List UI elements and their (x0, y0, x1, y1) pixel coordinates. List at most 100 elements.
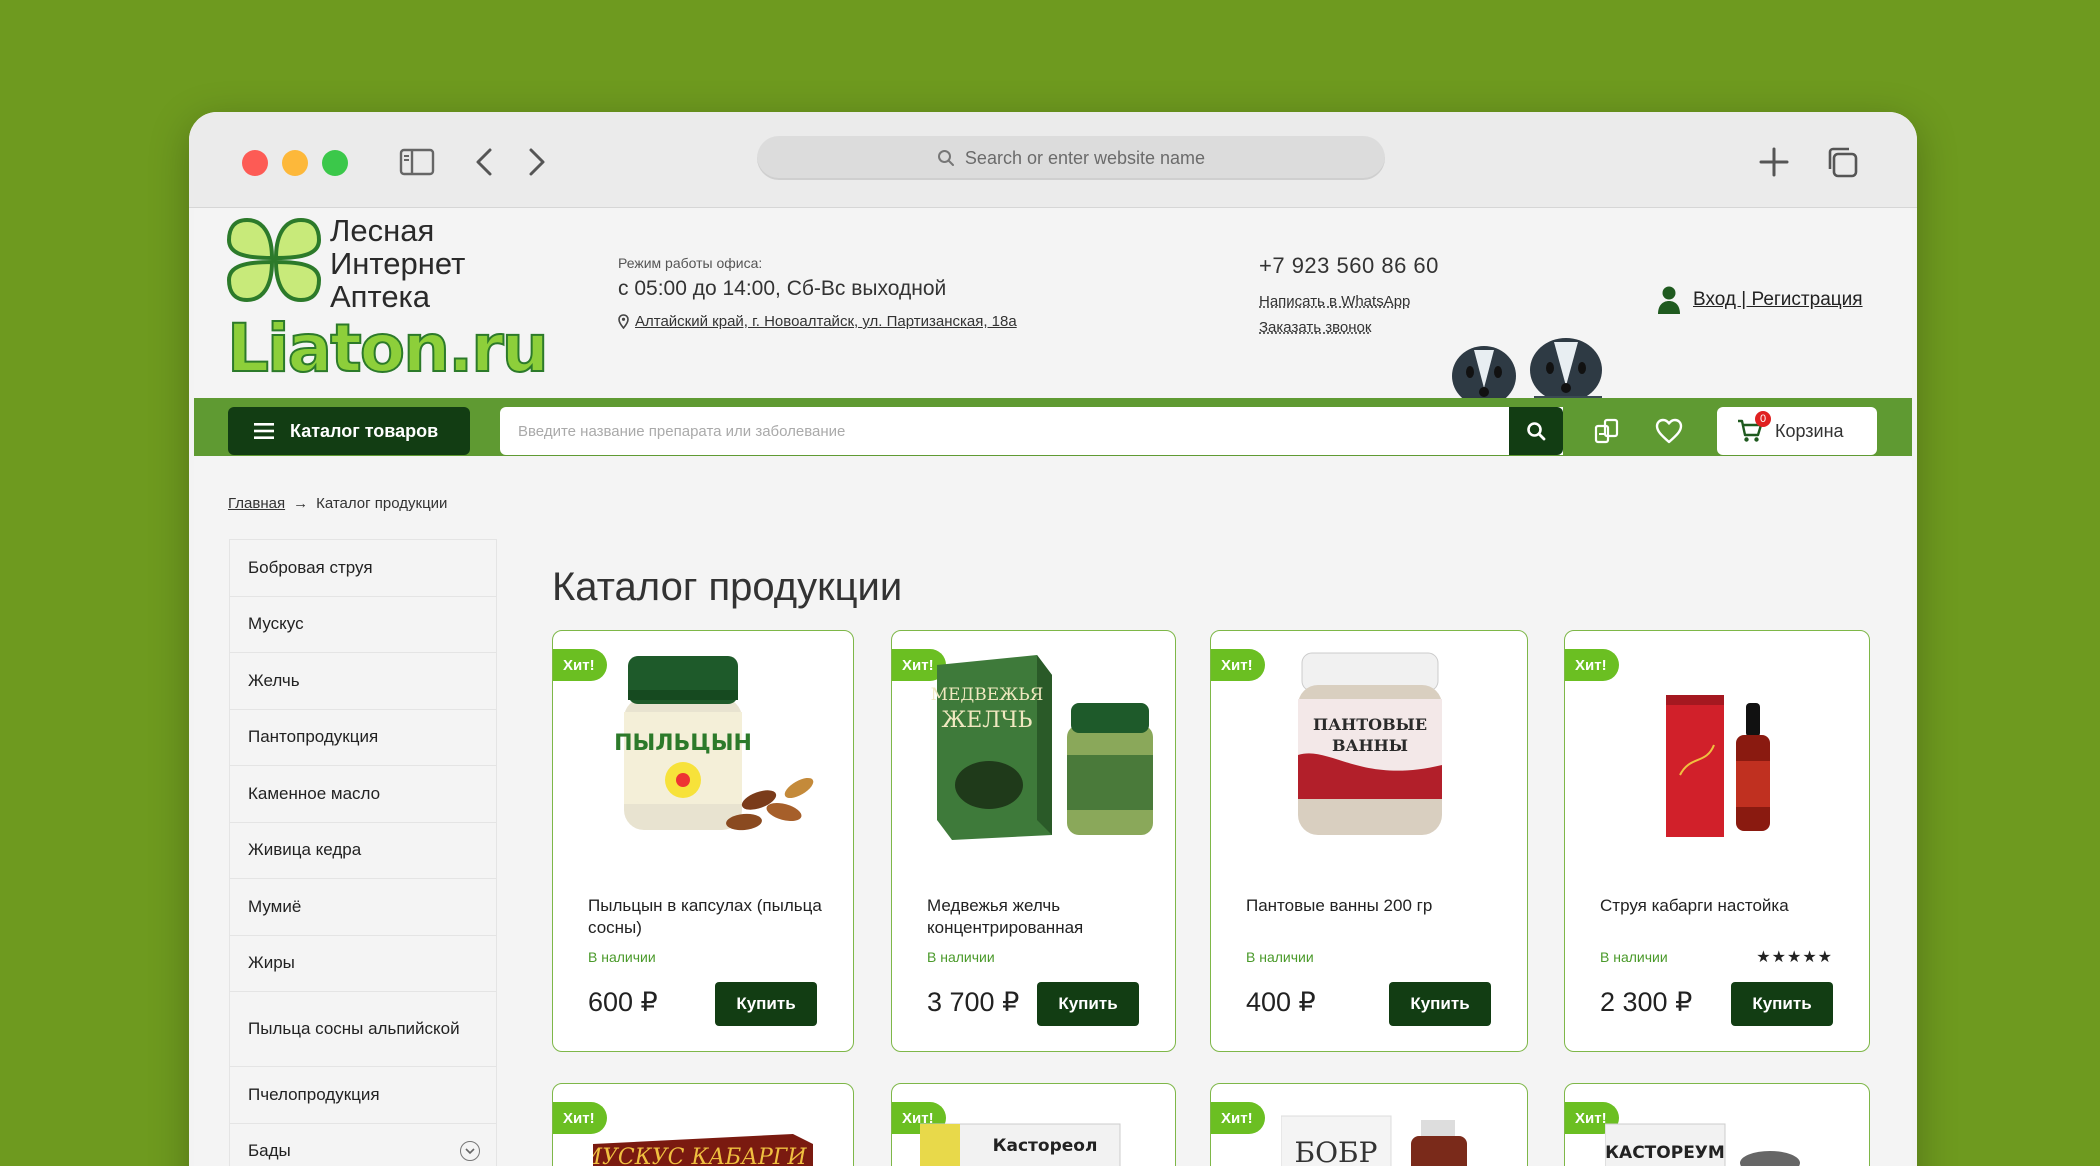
stock-status: В наличии (1246, 949, 1314, 965)
callback-link[interactable]: Заказать звонок (1259, 319, 1439, 336)
product-image-musk-tincture[interactable] (1585, 645, 1847, 845)
minimize-window-button[interactable] (282, 150, 308, 176)
buy-button[interactable]: Купить (1037, 982, 1139, 1026)
product-image-musk-box[interactable]: МУСКУС КАБАРГИ (593, 1124, 813, 1166)
product-card[interactable]: Хит! МЕДВЕЖЬЯ ЖЕЛЧЬ Медвежья желчь конце… (891, 630, 1176, 1052)
hit-badge: Хит! (1211, 1102, 1265, 1134)
badger-mascots-image (1452, 338, 1602, 408)
sidebar-toggle-icon[interactable] (397, 144, 437, 180)
sidebar-item-fats[interactable]: Жиры (230, 936, 496, 992)
site-logo[interactable]: Лесная Интернет Аптека Liaton.ru (225, 214, 550, 388)
compare-icon[interactable] (1587, 411, 1627, 451)
login-register-link[interactable]: Вход | Регистрация (1657, 285, 1863, 315)
product-name[interactable]: Струя кабарги настойка (1600, 895, 1850, 917)
map-pin-icon (618, 314, 629, 329)
buy-button[interactable]: Купить (1731, 982, 1833, 1026)
office-address[interactable]: Алтайский край, г. Новоалтайск, ул. Парт… (618, 313, 1017, 330)
office-hours: с 05:00 до 14:00, Сб-Вс выходной (618, 277, 947, 300)
sidebar-item-label: Каменное масло (248, 783, 381, 803)
product-price: 3 700 ₽ (927, 987, 1020, 1017)
product-image-pollen-capsules[interactable]: ПЫЛЬЦЫН (573, 645, 835, 845)
search-button[interactable] (1509, 407, 1563, 455)
whatsapp-link[interactable]: Написать в WhatsApp (1259, 293, 1439, 310)
rating-stars: ★★★★★ (1756, 949, 1833, 966)
sidebar-item-beaver-stream[interactable]: Бобровая струя (230, 540, 496, 597)
product-image-beaver[interactable]: БОБР (1281, 1106, 1481, 1166)
product-card[interactable]: Хит! Струя кабарги настойка В наличии ★★… (1564, 630, 1870, 1052)
catalog-button[interactable]: Каталог товаров (228, 407, 470, 455)
product-name[interactable]: Медвежья желчь концентрированная (927, 895, 1175, 939)
chevron-down-icon[interactable] (460, 1141, 480, 1162)
product-name[interactable]: Пыльцын в капсулах (пыльца сосны) (588, 895, 838, 939)
tab-overview-icon[interactable] (1822, 144, 1862, 180)
new-tab-icon[interactable] (1754, 144, 1794, 180)
site-header: Лесная Интернет Аптека Liaton.ru Режим р… (194, 208, 1912, 408)
category-sidebar: Бобровая струя Мускус Желчь Пантопродукц… (229, 539, 497, 1166)
buy-button[interactable]: Купить (715, 982, 817, 1026)
svg-text:КАСТОРЕУМ: КАСТОРЕУМ (1605, 1143, 1725, 1163)
breadcrumb-separator: → (293, 495, 309, 512)
favorites-heart-icon[interactable] (1649, 411, 1689, 451)
product-card[interactable]: Хит! ПЫЛЬЦЫН Пыльцын в капсулах (пыльца … (552, 630, 854, 1052)
sidebar-item-bee-products[interactable]: Пчелопродукция (230, 1067, 496, 1124)
product-card[interactable]: Хит! МУСКУС КАБАРГИ (552, 1083, 854, 1166)
product-price: 2 300 ₽ (1600, 987, 1693, 1017)
sidebar-item-mumiyo[interactable]: Мумиё (230, 879, 496, 936)
product-card[interactable]: Хит! КАСТОРЕУМ (1564, 1083, 1870, 1166)
browser-window: Search or enter website name Лесная Инте… (189, 112, 1917, 1166)
browser-toolbar: Search or enter website name (189, 112, 1917, 208)
address-bar-placeholder: Search or enter website name (964, 147, 1206, 168)
leaf-logo-icon (226, 217, 322, 303)
svg-text:БОБР: БОБР (1295, 1136, 1378, 1166)
product-image-antler-bath[interactable]: ПАНТОВЫЕ ВАННЫ (1231, 645, 1509, 845)
sidebar-item-supplements[interactable]: Бады (230, 1124, 496, 1166)
address-bar[interactable]: Search or enter website name (757, 136, 1385, 180)
search-icon (937, 150, 954, 166)
svg-text:МЕДВЕЖЬЯ: МЕДВЕЖЬЯ (931, 685, 1044, 705)
buy-button[interactable]: Купить (1389, 982, 1491, 1026)
product-price: 600 ₽ (588, 987, 658, 1017)
office-info: Режим работы офиса: с 05:00 до 14:00, Сб… (618, 255, 1017, 330)
sidebar-item-cedar-resin[interactable]: Живица кедра (230, 823, 496, 879)
page-title: Каталог продукции (552, 565, 903, 609)
svg-text:Кастореол: Кастореол (993, 1136, 1098, 1156)
stock-status: В наличии (588, 949, 656, 965)
product-card[interactable]: Хит! БОБР (1210, 1083, 1528, 1166)
svg-text:ПАНТОВЫЕ: ПАНТОВЫЕ (1313, 715, 1427, 734)
zoom-window-button[interactable] (322, 150, 348, 176)
sidebar-item-antler-products[interactable]: Пантопродукция (230, 710, 496, 766)
sidebar-item-label: Желчь (248, 670, 300, 690)
product-image-castoreum[interactable]: КАСТОРЕУМ (1605, 1118, 1805, 1166)
product-image-castoreol[interactable]: Кастореол (920, 1116, 1130, 1166)
logo-brand: Liaton.ru (226, 310, 550, 387)
breadcrumb-home[interactable]: Главная (228, 495, 285, 512)
search-icon (1527, 422, 1546, 441)
svg-text:ВАННЫ: ВАННЫ (1332, 736, 1408, 755)
product-card[interactable]: Хит! Кастореол (891, 1083, 1176, 1166)
product-search-input[interactable] (500, 407, 1563, 455)
product-card[interactable]: Хит! ПАНТОВЫЕ ВАННЫ Пантовые ванны 200 г… (1210, 630, 1528, 1052)
sidebar-item-bile[interactable]: Желчь (230, 653, 496, 710)
phone-number[interactable]: +7 923 560 86 60 (1259, 253, 1439, 279)
product-price: 400 ₽ (1246, 987, 1316, 1017)
main-navbar: Каталог товаров 0 Корзина (194, 398, 1912, 456)
sidebar-item-label: Мускус (248, 614, 304, 634)
website: Лесная Интернет Аптека Liaton.ru Режим р… (194, 208, 1912, 1166)
hamburger-icon (254, 423, 274, 439)
sidebar-item-pine-pollen[interactable]: Пыльца сосны альпийской (230, 992, 496, 1067)
product-name[interactable]: Пантовые ванны 200 гр (1246, 895, 1496, 917)
sidebar-item-label: Пчелопродукция (248, 1084, 380, 1104)
back-icon[interactable] (469, 144, 499, 180)
forward-icon[interactable] (522, 144, 552, 180)
office-label: Режим работы офиса: (618, 255, 763, 271)
sidebar-item-label: Живица кедра (248, 840, 362, 860)
catalog-button-label: Каталог товаров (290, 420, 439, 441)
close-window-button[interactable] (242, 150, 268, 176)
sidebar-item-stone-oil[interactable]: Каменное масло (230, 766, 496, 823)
sidebar-item-musk[interactable]: Мускус (230, 597, 496, 653)
cart-button[interactable]: 0 Корзина (1717, 407, 1877, 455)
svg-text:ПЫЛЬЦЫН: ПЫЛЬЦЫН (614, 731, 752, 756)
sidebar-item-label: Пантопродукция (248, 727, 379, 747)
product-image-bear-bile[interactable]: МЕДВЕЖЬЯ ЖЕЛЧЬ (912, 645, 1162, 845)
sidebar-item-label: Бобровая струя (248, 557, 373, 577)
